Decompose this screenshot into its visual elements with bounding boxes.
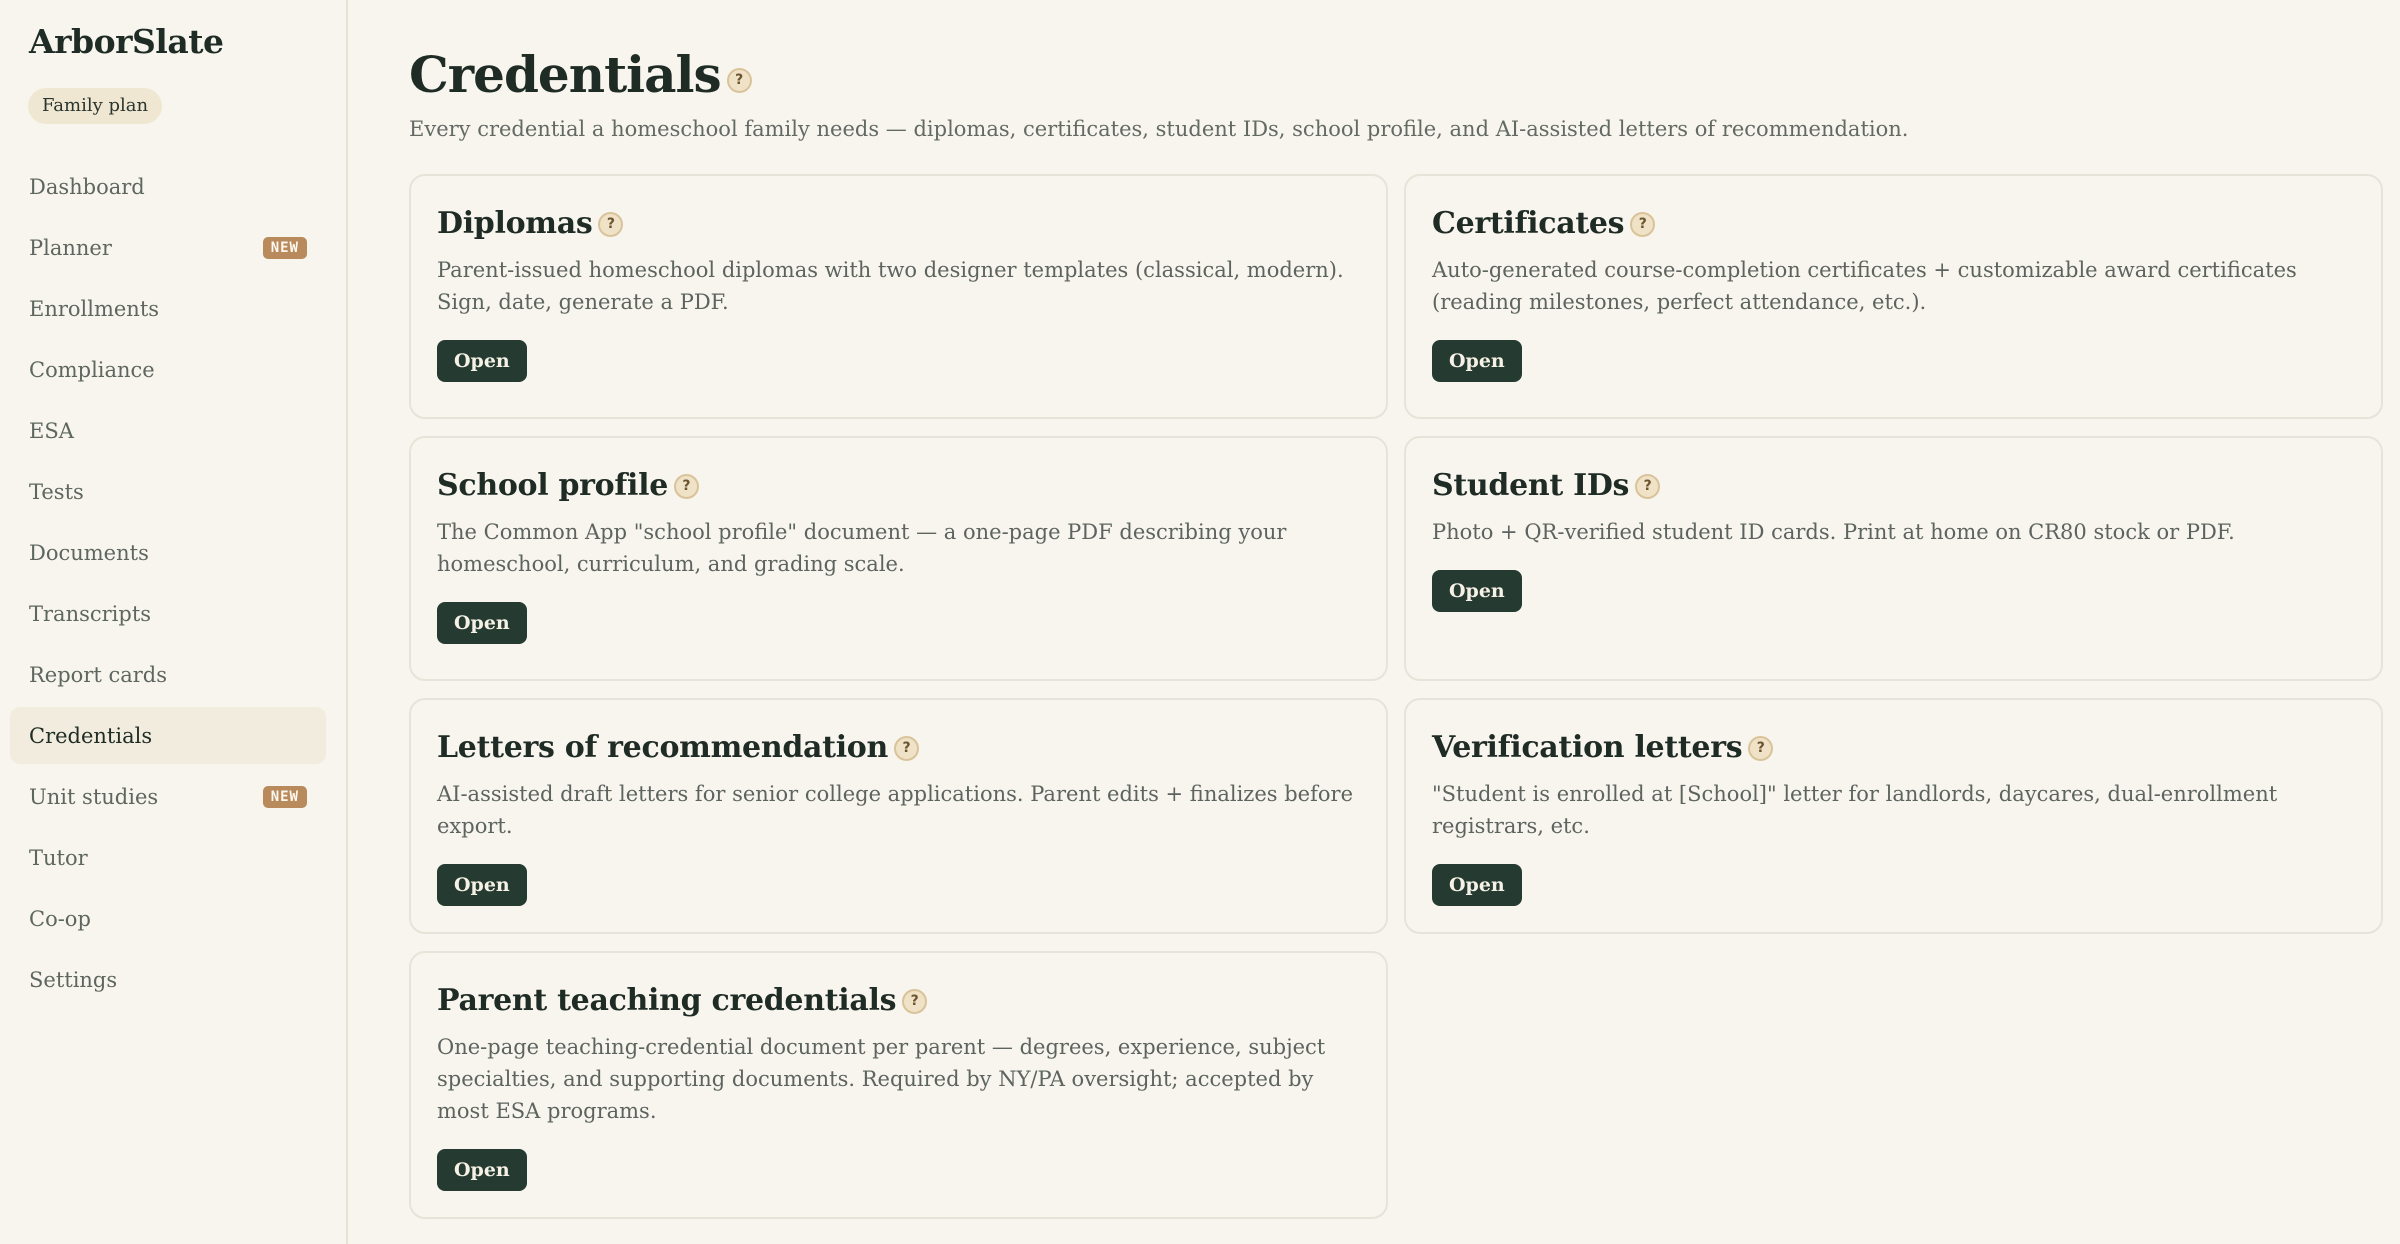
help-icon[interactable]: ? bbox=[726, 67, 752, 93]
sidebar-item-tutor[interactable]: Tutor bbox=[10, 829, 326, 886]
help-icon[interactable]: ? bbox=[1630, 211, 1656, 237]
sidebar-item-settings[interactable]: Settings bbox=[10, 951, 326, 1008]
page-subtitle: Every credential a homeschool family nee… bbox=[409, 117, 1909, 141]
sidebar-item-enrollments[interactable]: Enrollments bbox=[10, 280, 326, 337]
sidebar-item-planner[interactable]: Planner NEW bbox=[10, 219, 326, 276]
sidebar-item-label: Co-op bbox=[29, 906, 91, 931]
page-title: Credentials bbox=[409, 45, 722, 104]
card-student-ids: Student IDs? Photo + QR-verified student… bbox=[1404, 436, 2383, 681]
page-header: Credentials ? bbox=[409, 44, 2383, 106]
sidebar-item-label: Planner bbox=[29, 235, 112, 260]
sidebar-item-compliance[interactable]: Compliance bbox=[10, 341, 326, 398]
help-icon[interactable]: ? bbox=[598, 211, 624, 237]
card-title: Certificates bbox=[1432, 206, 1625, 241]
sidebar-item-label: Transcripts bbox=[29, 601, 152, 626]
sidebar-item-label: Enrollments bbox=[29, 296, 160, 321]
open-school-profile-button[interactable]: Open bbox=[437, 602, 527, 644]
open-student-ids-button[interactable]: Open bbox=[1432, 570, 1522, 612]
sidebar-item-tests[interactable]: Tests bbox=[10, 463, 326, 520]
sidebar-item-co-op[interactable]: Co-op bbox=[10, 890, 326, 947]
sidebar-item-transcripts[interactable]: Transcripts bbox=[10, 585, 326, 642]
card-school-profile: School profile? The Common App "school p… bbox=[409, 436, 1388, 681]
sidebar-item-unit-studies[interactable]: Unit studies NEW bbox=[10, 768, 326, 825]
help-icon[interactable]: ? bbox=[1748, 735, 1774, 761]
plan-badge[interactable]: Family plan bbox=[28, 88, 163, 124]
sidebar-item-label: Dashboard bbox=[29, 174, 145, 199]
card-description: AI-assisted draft letters for senior col… bbox=[437, 782, 1353, 838]
new-badge: NEW bbox=[262, 785, 307, 808]
open-letters-of-recommendation-button[interactable]: Open bbox=[437, 864, 527, 906]
app-root: ArborSlate Family plan Dashboard Planner… bbox=[0, 0, 2400, 1244]
card-title: Diplomas bbox=[437, 206, 593, 241]
card-description: The Common App "school profile" document… bbox=[437, 520, 1287, 576]
sidebar: ArborSlate Family plan Dashboard Planner… bbox=[0, 0, 348, 1244]
sidebar-item-label: Compliance bbox=[29, 357, 155, 382]
sidebar-item-esa[interactable]: ESA bbox=[10, 402, 326, 459]
card-description: Photo + QR-verified student ID cards. Pr… bbox=[1432, 520, 2235, 544]
card-title: Student IDs bbox=[1432, 468, 1630, 503]
card-diplomas: Diplomas? Parent-issued homeschool diplo… bbox=[409, 174, 1388, 419]
main-content: Credentials ? Every credential a homesch… bbox=[348, 0, 2400, 1244]
sidebar-item-label: ESA bbox=[29, 418, 74, 443]
sidebar-item-label: Report cards bbox=[29, 662, 168, 687]
sidebar-item-documents[interactable]: Documents bbox=[10, 524, 326, 581]
sidebar-item-report-cards[interactable]: Report cards bbox=[10, 646, 326, 703]
card-description: Auto-generated course-completion certifi… bbox=[1432, 258, 2297, 314]
card-verification-letters: Verification letters? "Student is enroll… bbox=[1404, 698, 2383, 934]
card-description: "Student is enrolled at [School]" letter… bbox=[1432, 782, 2278, 838]
credentials-grid: Diplomas? Parent-issued homeschool diplo… bbox=[409, 174, 2383, 1219]
help-icon[interactable]: ? bbox=[894, 735, 920, 761]
open-parent-teaching-credentials-button[interactable]: Open bbox=[437, 1149, 527, 1191]
card-title: School profile bbox=[437, 468, 668, 503]
sidebar-item-credentials[interactable]: Credentials bbox=[10, 707, 326, 764]
sidebar-item-label: Settings bbox=[29, 967, 118, 992]
open-verification-letters-button[interactable]: Open bbox=[1432, 864, 1522, 906]
open-diplomas-button[interactable]: Open bbox=[437, 340, 527, 382]
card-letters-of-recommendation: Letters of recommendation? AI-assisted d… bbox=[409, 698, 1388, 934]
sidebar-item-label: Credentials bbox=[29, 723, 153, 748]
sidebar-item-label: Tests bbox=[29, 479, 84, 504]
sidebar-item-label: Documents bbox=[29, 540, 149, 565]
brand-logo[interactable]: ArborSlate bbox=[29, 22, 326, 62]
sidebar-nav: Dashboard Planner NEW Enrollments Complia… bbox=[10, 158, 326, 1008]
card-title: Letters of recommendation bbox=[437, 730, 889, 765]
card-title: Parent teaching credentials bbox=[437, 983, 897, 1018]
card-description: Parent-issued homeschool diplomas with t… bbox=[437, 258, 1344, 314]
sidebar-item-dashboard[interactable]: Dashboard bbox=[10, 158, 326, 215]
card-description: One-page teaching-credential document pe… bbox=[437, 1035, 1326, 1123]
help-icon[interactable]: ? bbox=[673, 473, 699, 499]
help-icon[interactable]: ? bbox=[902, 988, 928, 1014]
card-certificates: Certificates? Auto-generated course-comp… bbox=[1404, 174, 2383, 419]
help-icon[interactable]: ? bbox=[1635, 473, 1661, 499]
card-title: Verification letters bbox=[1432, 730, 1743, 765]
sidebar-item-label: Tutor bbox=[29, 845, 88, 870]
new-badge: NEW bbox=[262, 236, 307, 259]
open-certificates-button[interactable]: Open bbox=[1432, 340, 1522, 382]
card-parent-teaching-credentials: Parent teaching credentials? One-page te… bbox=[409, 951, 1388, 1219]
sidebar-item-label: Unit studies bbox=[29, 784, 159, 809]
